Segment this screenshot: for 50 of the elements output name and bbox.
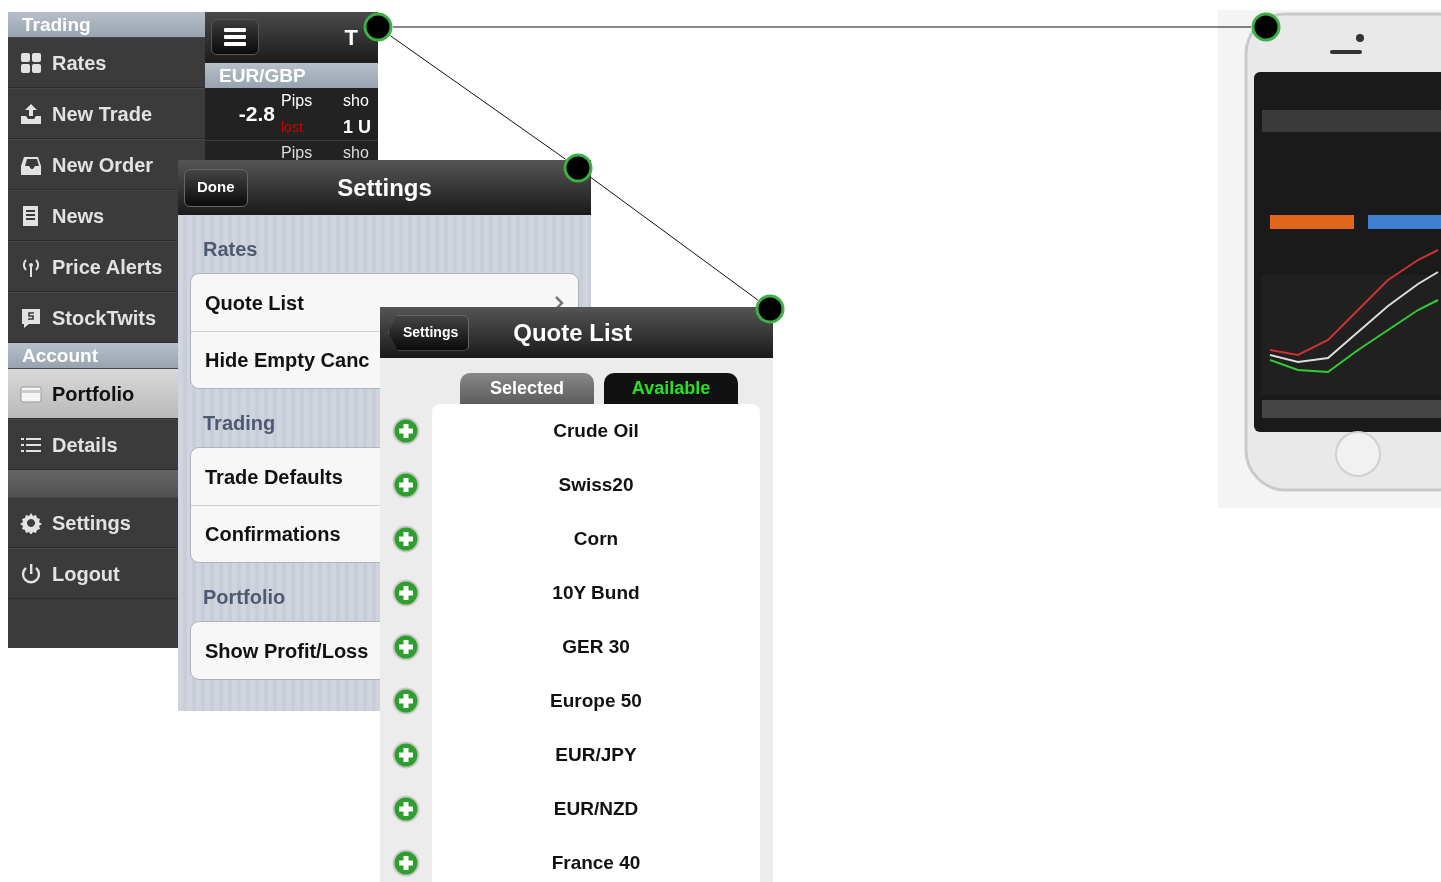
screen-title: Settings	[337, 172, 432, 203]
side-label: sho	[343, 145, 369, 161]
pair-header: EUR/GBP	[205, 63, 378, 88]
settings-icon	[20, 511, 42, 534]
section-title: Portfolio	[202, 585, 286, 610]
add-icon[interactable]	[392, 795, 420, 823]
section-header: Trading	[8, 12, 205, 37]
add-icon[interactable]	[392, 741, 420, 769]
section-title: Trading	[202, 411, 276, 436]
list-item[interactable]: Swiss20	[432, 458, 760, 512]
list-item[interactable]: EUR/NZD	[432, 782, 760, 836]
grid-icon	[20, 51, 42, 74]
list-item[interactable]: 10Y Bund	[432, 566, 760, 620]
menu-item[interactable]: Rates	[8, 37, 205, 88]
power-icon	[20, 562, 42, 585]
callout-dot	[363, 12, 393, 42]
callout-dot	[755, 294, 785, 324]
menu-button[interactable]	[211, 19, 259, 55]
list-item[interactable]: EUR/JPY	[432, 728, 760, 782]
amount-label: 1 U	[343, 117, 372, 137]
unit-label: Pips	[281, 91, 314, 111]
add-icon[interactable]	[392, 525, 420, 553]
status-label: lost	[281, 118, 304, 137]
callout-dot	[563, 153, 593, 183]
list-item[interactable]: France 40	[432, 836, 760, 882]
screen-title: T	[344, 23, 358, 52]
add-icon[interactable]	[392, 579, 420, 607]
list-item[interactable]: Europe 50	[432, 674, 760, 728]
back-button[interactable]: Settings	[388, 314, 470, 351]
done-button[interactable]: Done	[184, 168, 248, 207]
upload-tray-icon	[20, 102, 42, 125]
add-icon[interactable]	[392, 471, 420, 499]
callout-dot	[1251, 12, 1281, 42]
pips-value: -2.8	[237, 101, 276, 128]
add-icon[interactable]	[392, 849, 420, 877]
list-item[interactable]: Corn	[432, 512, 760, 566]
add-icon[interactable]	[392, 633, 420, 661]
list-item[interactable]: GER 30	[432, 620, 760, 674]
side-label: sho	[343, 91, 370, 111]
tab[interactable]: Selected	[460, 373, 594, 404]
list-item[interactable]: Crude Oil	[432, 404, 760, 458]
tab[interactable]: Available	[604, 373, 738, 404]
unit-label: Pips	[281, 145, 314, 161]
add-icon[interactable]	[392, 687, 420, 715]
chat-icon	[20, 306, 42, 329]
menu-item[interactable]: New Trade	[8, 88, 205, 139]
section-title: Rates	[202, 237, 258, 262]
add-icon[interactable]	[392, 417, 420, 445]
screen-title: Quote List	[513, 317, 632, 348]
menu-icon	[223, 27, 247, 47]
